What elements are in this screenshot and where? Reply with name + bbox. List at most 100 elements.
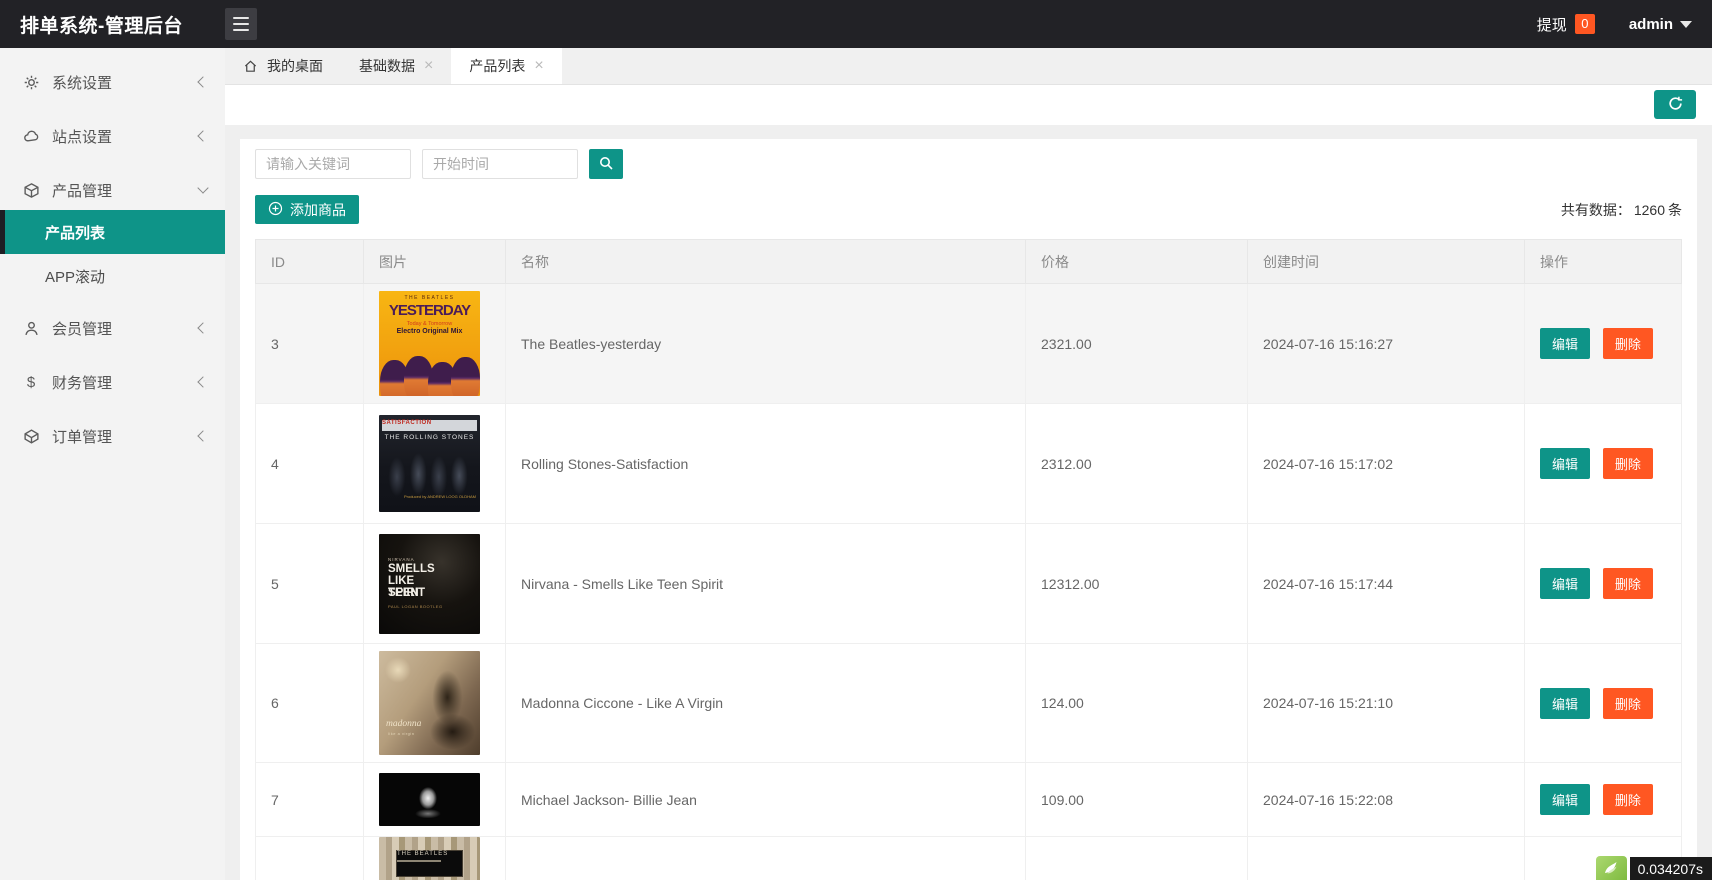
- main-area: 我的桌面 基础数据 × 产品列表 × 请输入关键词 开始时间 添加商品 共有数据…: [225, 48, 1712, 880]
- chevron-left-icon: [197, 430, 209, 442]
- sidebar-item-product-management[interactable]: 产品管理: [0, 170, 225, 210]
- product-name: Michael Jackson- Billie Jean: [505, 762, 1026, 837]
- edit-button[interactable]: 编辑: [1540, 448, 1591, 479]
- product-id: 7: [255, 762, 364, 837]
- box-icon: [22, 427, 40, 445]
- col-header-image: 图片: [363, 239, 506, 284]
- chevron-left-icon: [197, 376, 209, 388]
- product-name: The Beatles-yesterday: [505, 283, 1026, 404]
- chevron-down-icon: [197, 182, 209, 194]
- delete-button[interactable]: 删除: [1602, 448, 1653, 479]
- col-header-actions: 操作: [1524, 239, 1682, 284]
- search-button[interactable]: [589, 149, 623, 179]
- delete-button[interactable]: 删除: [1602, 784, 1653, 815]
- product-image-beatles-frame: THE BEATLES: [379, 837, 480, 880]
- product-image-beatles-yesterday: THE BEATLES YESTERDAY Today & Tomorrow E…: [379, 291, 480, 396]
- edit-button[interactable]: 编辑: [1540, 568, 1591, 599]
- product-id: 4: [255, 403, 364, 524]
- table-row: 3 THE BEATLES YESTERDAY Today & Tomorrow…: [255, 283, 1682, 404]
- product-id: 3: [255, 283, 364, 404]
- top-bar: 排单系统-管理后台 提现 0 admin: [0, 0, 1712, 48]
- product-image-mj-billie-jean: [379, 773, 480, 826]
- app-title: 排单系统-管理后台: [20, 15, 183, 37]
- sidebar-item-product-list[interactable]: 产品列表: [0, 210, 225, 254]
- sidebar-toggle-button[interactable]: [225, 8, 257, 40]
- product-id: [255, 836, 364, 880]
- trace-leaf-icon[interactable]: [1595, 856, 1627, 880]
- product-price: [1025, 836, 1248, 880]
- close-icon[interactable]: ×: [424, 58, 433, 74]
- table-row: 5 NIRVANA SMELLS LIKE TEEN SPIRIT PAUL LOG…: [255, 523, 1682, 644]
- plus-circle-icon: [268, 201, 283, 219]
- home-icon: [243, 59, 258, 74]
- product-name: Madonna Ciccone - Like A Virgin: [505, 643, 1026, 763]
- table-row: 4 SATISFACTION THE ROLLING STONES Produc…: [255, 403, 1682, 524]
- actions-row: 添加商品 共有数据： 1260 条: [255, 195, 1682, 224]
- product-created: [1247, 836, 1525, 880]
- product-image-madonna-like-a-virgin: madonna like a virgin: [379, 651, 480, 755]
- product-created: 2024-07-16 15:22:08: [1247, 762, 1525, 837]
- chevron-down-icon: [1680, 20, 1692, 28]
- tab-my-desktop[interactable]: 我的桌面: [225, 48, 341, 84]
- sidebar-item-order-management[interactable]: 订单管理: [0, 416, 225, 456]
- search-icon: [598, 155, 614, 174]
- table-header-row: ID 图片 名称 价格 创建时间 操作: [255, 239, 1682, 284]
- username: admin: [1628, 15, 1673, 33]
- col-header-price: 价格: [1025, 239, 1248, 284]
- withdraw-menu-item[interactable]: 提现 0: [1537, 14, 1595, 35]
- toolbar: [225, 85, 1712, 125]
- edit-button[interactable]: 编辑: [1540, 687, 1591, 719]
- table-row: THE BEATLES: [255, 836, 1682, 880]
- hamburger-icon: [233, 17, 249, 19]
- sidebar-item-system-settings[interactable]: 系统设置: [0, 62, 225, 102]
- product-table: ID 图片 名称 价格 创建时间 操作 3 THE BEATLES YESTER…: [255, 239, 1682, 880]
- col-header-name: 名称: [505, 239, 1026, 284]
- withdraw-count-badge: 0: [1574, 14, 1595, 34]
- product-created: 2024-07-16 15:17:44: [1247, 523, 1525, 644]
- tab-bar: 我的桌面 基础数据 × 产品列表 ×: [225, 48, 1712, 85]
- chevron-left-icon: [197, 130, 209, 142]
- product-price: 2321.00: [1025, 283, 1248, 404]
- chevron-left-icon: [197, 322, 209, 334]
- edit-button[interactable]: 编辑: [1540, 784, 1591, 815]
- cloud-icon: [22, 127, 40, 145]
- sidebar-item-finance-management[interactable]: $ 财务管理: [0, 362, 225, 402]
- product-created: 2024-07-16 15:17:02: [1247, 403, 1525, 524]
- product-id: 5: [255, 523, 364, 644]
- sidebar-item-site-settings[interactable]: 站点设置: [0, 116, 225, 156]
- start-time-input[interactable]: [422, 149, 578, 179]
- delete-button[interactable]: 删除: [1602, 687, 1653, 719]
- col-header-id: ID: [255, 239, 364, 284]
- product-price: 12312.00: [1025, 523, 1248, 644]
- product-id: 6: [255, 643, 364, 763]
- product-price: 109.00: [1025, 762, 1248, 837]
- gear-icon: [22, 73, 40, 91]
- product-name: Nirvana - Smells Like Teen Spirit: [505, 523, 1026, 644]
- product-created: 2024-07-16 15:21:10: [1247, 643, 1525, 763]
- sidebar-item-member-management[interactable]: 会员管理: [0, 308, 225, 348]
- refresh-button[interactable]: [1654, 90, 1696, 119]
- tab-basic-data[interactable]: 基础数据 ×: [341, 48, 451, 84]
- debug-trace-bar: 0.034207s: [1595, 856, 1712, 880]
- tab-product-list[interactable]: 产品列表 ×: [451, 48, 562, 84]
- product-name: Rolling Stones-Satisfaction: [505, 403, 1026, 524]
- user-icon: [22, 319, 40, 337]
- content-panel: 添加商品 共有数据：1260条 ID 图片 名称 价格 创建时间 操作: [240, 139, 1697, 880]
- edit-button[interactable]: 编辑: [1540, 328, 1591, 359]
- user-menu[interactable]: admin: [1629, 16, 1692, 33]
- sidebar: 系统设置 站点设置 产品管理 产品列表 APP滚动 会员管理 $ 财务管理 订单…: [0, 48, 225, 880]
- table-row: 7 Michael Jackson- Billie Jean 109.00 20…: [255, 762, 1682, 837]
- delete-button[interactable]: 删除: [1602, 328, 1653, 359]
- product-created: 2024-07-16 15:16:27: [1247, 283, 1525, 404]
- product-image-stones-satisfaction: SATISFACTION THE ROLLING STONES Produced…: [379, 415, 480, 512]
- cube-icon: [22, 181, 40, 199]
- total-count: 共有数据： 1260 条: [1560, 201, 1682, 218]
- sidebar-item-app-scroll[interactable]: APP滚动: [0, 254, 225, 298]
- total-count-value: 1260: [1633, 201, 1665, 218]
- table-row: 6 madonna like a virgin Madonna Ciccone …: [255, 643, 1682, 763]
- add-product-button[interactable]: 添加商品: [255, 195, 359, 224]
- close-icon[interactable]: ×: [534, 58, 543, 74]
- delete-button[interactable]: 删除: [1602, 568, 1653, 599]
- trace-time[interactable]: 0.034207s: [1629, 857, 1712, 880]
- keyword-input[interactable]: [255, 149, 411, 179]
